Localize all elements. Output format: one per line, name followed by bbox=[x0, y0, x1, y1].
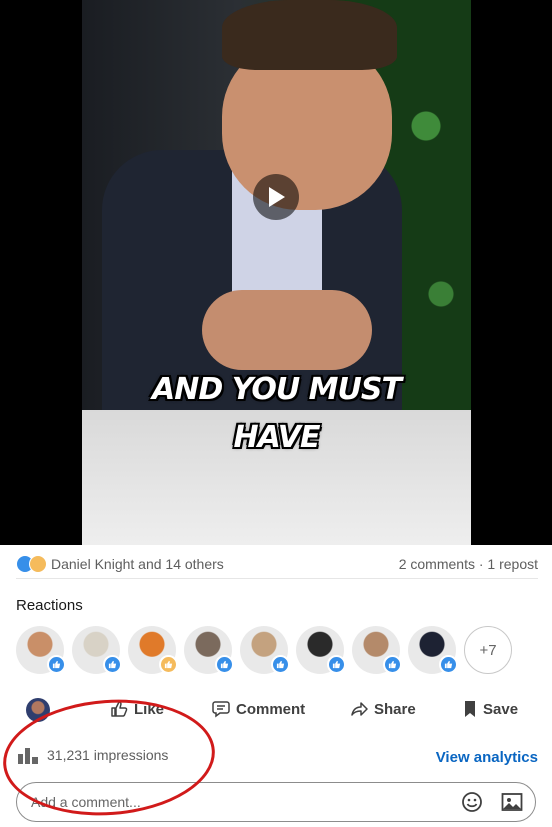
like-badge-icon bbox=[383, 655, 402, 674]
add-photo-button[interactable] bbox=[499, 789, 525, 815]
reactor-avatar[interactable] bbox=[352, 626, 402, 674]
reactor-avatar[interactable] bbox=[128, 626, 178, 674]
bar-chart-icon bbox=[18, 748, 38, 764]
video-player[interactable]: AND YOU MUST HAVE bbox=[0, 0, 552, 545]
share-button[interactable]: Share bbox=[350, 700, 416, 718]
image-icon bbox=[501, 793, 523, 811]
reactor-avatar[interactable] bbox=[296, 626, 346, 674]
like-badge-icon bbox=[271, 655, 290, 674]
post-actions-bar: Like Comment Share Save bbox=[0, 694, 552, 728]
more-reactors-button[interactable]: +7 bbox=[464, 626, 512, 674]
avatar[interactable] bbox=[26, 698, 50, 722]
person-hair-top bbox=[222, 0, 397, 70]
reactor-avatar[interactable] bbox=[184, 626, 234, 674]
video-caption-line-2: HAVE bbox=[233, 420, 321, 455]
video-frame: AND YOU MUST HAVE bbox=[82, 0, 471, 545]
like-label: Like bbox=[134, 700, 165, 718]
reactor-avatar[interactable] bbox=[16, 626, 66, 674]
comment-icon bbox=[212, 701, 230, 718]
save-button[interactable]: Save bbox=[463, 700, 518, 718]
bookmark-icon bbox=[465, 701, 475, 717]
reactor-avatar[interactable] bbox=[72, 626, 122, 674]
comments-reposts-count[interactable]: 2 comments · 1 repost bbox=[399, 556, 538, 572]
video-caption-line-1: AND YOU MUST bbox=[152, 372, 402, 407]
comment-label: Comment bbox=[236, 700, 306, 718]
comment-button[interactable]: Comment bbox=[212, 700, 305, 718]
view-analytics-link[interactable]: View analytics bbox=[436, 749, 538, 766]
save-label: Save bbox=[483, 700, 519, 718]
reactors-text: Daniel Knight and 14 others bbox=[51, 556, 224, 572]
smiley-icon bbox=[462, 792, 482, 812]
like-badge-icon bbox=[47, 655, 66, 674]
like-badge-icon bbox=[103, 655, 122, 674]
social-counts-bar: Daniel Knight and 14 others 2 comments ·… bbox=[16, 550, 538, 579]
play-button[interactable] bbox=[253, 174, 299, 220]
comment-composer bbox=[16, 782, 536, 822]
reactor-avatar[interactable] bbox=[240, 626, 290, 674]
like-badge-icon bbox=[215, 655, 234, 674]
celebrate-badge-icon bbox=[159, 655, 178, 674]
reactions-summary[interactable]: Daniel Knight and 14 others bbox=[16, 555, 224, 573]
celebrate-reaction-icon bbox=[29, 555, 47, 573]
like-button[interactable]: Like bbox=[110, 700, 164, 718]
like-badge-icon bbox=[439, 655, 458, 674]
like-badge-icon bbox=[327, 655, 346, 674]
reactor-avatars: +7 bbox=[16, 626, 512, 674]
reactor-avatar[interactable] bbox=[408, 626, 458, 674]
thumbs-up-icon bbox=[111, 701, 128, 717]
share-arrow-icon bbox=[351, 702, 368, 716]
comment-input[interactable] bbox=[29, 793, 445, 811]
person-hands bbox=[202, 290, 372, 370]
share-label: Share bbox=[374, 700, 416, 718]
play-icon bbox=[269, 187, 285, 207]
impressions-count: 31,231 impressions bbox=[47, 747, 169, 763]
impressions-stat[interactable]: 31,231 impressions bbox=[17, 746, 168, 764]
reactions-heading: Reactions bbox=[16, 597, 83, 614]
reaction-icons bbox=[16, 555, 47, 573]
emoji-button[interactable] bbox=[459, 789, 485, 815]
